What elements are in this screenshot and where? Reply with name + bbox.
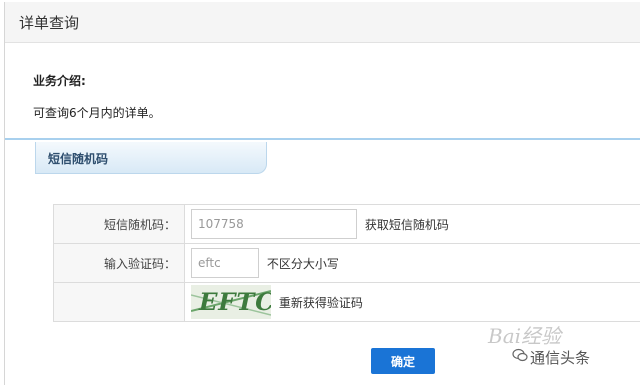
tab-sms-random-code[interactable]: 短信随机码 <box>35 142 267 174</box>
captcha-cell: 不区分大小写 <box>184 243 640 283</box>
captcha-image-text: EFTC <box>195 287 271 316</box>
captcha-label: 输入验证码： <box>53 243 185 283</box>
empty-label-cell <box>53 282 185 322</box>
wechat-icon <box>512 348 528 362</box>
get-sms-code-link[interactable]: 获取短信随机码 <box>365 218 449 232</box>
intro-text: 可查询6个月内的详单。 <box>33 106 161 120</box>
captcha-row: 输入验证码： 不区分大小写 <box>53 243 640 283</box>
captcha-input[interactable] <box>191 248 259 278</box>
case-insensitive-hint: 不区分大小写 <box>266 256 339 271</box>
refresh-captcha-link[interactable]: 重新获得验证码 <box>279 296 363 310</box>
tab-strip: 短信随机码 <box>5 138 640 176</box>
baidu-watermark: Bai经验 <box>488 324 562 348</box>
captcha-image-cell: EFTC 重新获得验证码 <box>184 282 640 322</box>
captcha-image-row: EFTC 重新获得验证码 <box>53 282 640 322</box>
sms-code-input[interactable] <box>191 209 357 239</box>
confirm-button[interactable]: 确定 <box>371 348 435 374</box>
title-bar: 详单查询 <box>5 2 640 43</box>
tab-label: 短信随机码 <box>48 152 109 166</box>
sms-code-cell: 获取短信随机码 <box>184 204 640 244</box>
captcha-image[interactable]: EFTC <box>191 285 271 319</box>
sms-code-label: 短信随机码： <box>53 204 185 244</box>
query-form: 短信随机码： 获取短信随机码 输入验证码： 不区分大小写 EF <box>53 204 640 322</box>
intro-heading: 业务介绍: <box>33 74 86 88</box>
source-watermark: 通信头条 <box>530 349 591 367</box>
sms-code-row: 短信随机码： 获取短信随机码 <box>53 204 640 244</box>
page-title: 详单查询 <box>19 14 80 32</box>
